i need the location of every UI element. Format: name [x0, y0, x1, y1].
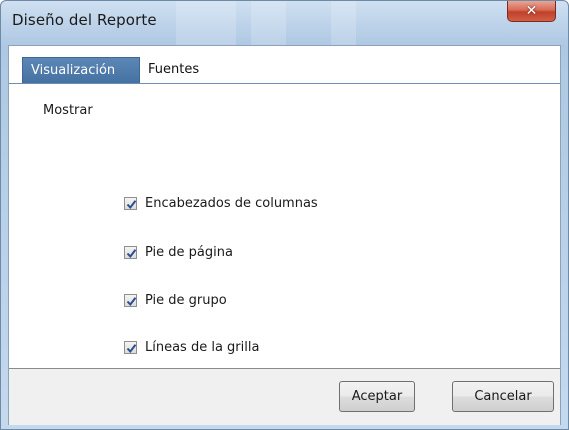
column-headers-label: Encabezados de columnas — [145, 195, 318, 211]
checkmark-icon — [126, 296, 137, 306]
tab-strip: Visualización Fuentes — [9, 46, 560, 84]
window-title: Diseño del Reporte — [12, 11, 157, 29]
option-page-footer[interactable]: Pie de página — [124, 243, 233, 261]
group-footer-checkbox[interactable] — [124, 293, 137, 307]
accept-button[interactable]: Aceptar — [339, 381, 415, 412]
cancel-button[interactable]: Cancelar — [452, 381, 554, 412]
checkmark-icon — [126, 199, 137, 209]
option-group-footer[interactable]: Pie de grupo — [124, 291, 227, 309]
group-footer-label: Pie de grupo — [145, 292, 227, 308]
grid-lines-label: Líneas de la grilla — [145, 339, 260, 355]
dialog-client-area: Visualización Fuentes Mostrar Encabezado… — [8, 45, 561, 425]
title-bar[interactable]: Diseño del Reporte ✕ — [1, 1, 568, 45]
column-headers-checkbox[interactable] — [124, 196, 137, 210]
option-column-headers[interactable]: Encabezados de columnas — [124, 194, 318, 212]
close-button[interactable]: ✕ — [507, 1, 556, 22]
group-label-mostrar: Mostrar — [43, 103, 93, 118]
grid-lines-checkbox[interactable] — [124, 340, 137, 354]
page-footer-checkbox[interactable] — [124, 245, 137, 259]
tab-visualizacion[interactable]: Visualización — [22, 57, 140, 83]
visualization-panel: Mostrar Encabezados de columnas Pie de p… — [9, 84, 560, 369]
tab-fuentes[interactable]: Fuentes — [140, 57, 210, 83]
button-bar: Aceptar Cancelar — [9, 368, 560, 425]
dialog-window: Diseño del Reporte ✕ Visualización Fuent… — [0, 0, 569, 430]
checkmark-icon — [126, 343, 137, 353]
page-footer-label: Pie de página — [145, 244, 233, 260]
option-grid-lines[interactable]: Líneas de la grilla — [124, 338, 259, 356]
checkmark-icon — [126, 248, 137, 258]
close-icon: ✕ — [525, 3, 538, 19]
